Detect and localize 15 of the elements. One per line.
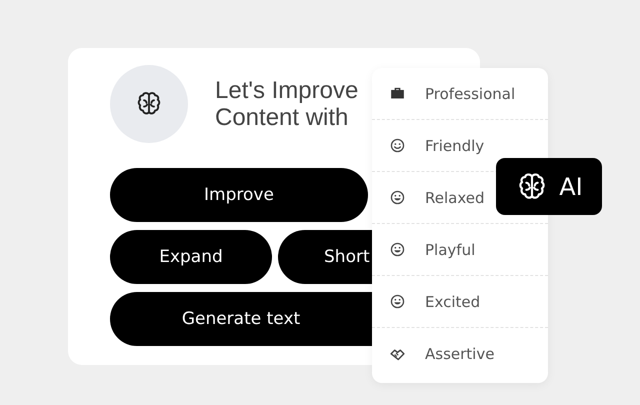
menu-item[interactable]: Excited	[372, 276, 548, 328]
heading-text: Let's Improve	[215, 77, 358, 104]
action-button[interactable]: Short	[278, 230, 372, 284]
menu-item[interactable]: Playful	[372, 224, 548, 276]
action-button[interactable]: Improve	[110, 168, 368, 222]
menu-item[interactable]: Assertive	[372, 328, 548, 380]
grin-icon	[389, 293, 406, 310]
heading-text: Content with	[215, 104, 350, 131]
grin-icon	[389, 241, 406, 258]
action-button[interactable]: Generate text	[110, 292, 372, 346]
action-button[interactable]: Expand	[110, 230, 272, 284]
menu-item[interactable]: Professional	[372, 68, 548, 120]
grin-icon	[389, 189, 406, 206]
ai-tooltip: AI	[496, 158, 602, 215]
smile-icon	[389, 137, 406, 154]
